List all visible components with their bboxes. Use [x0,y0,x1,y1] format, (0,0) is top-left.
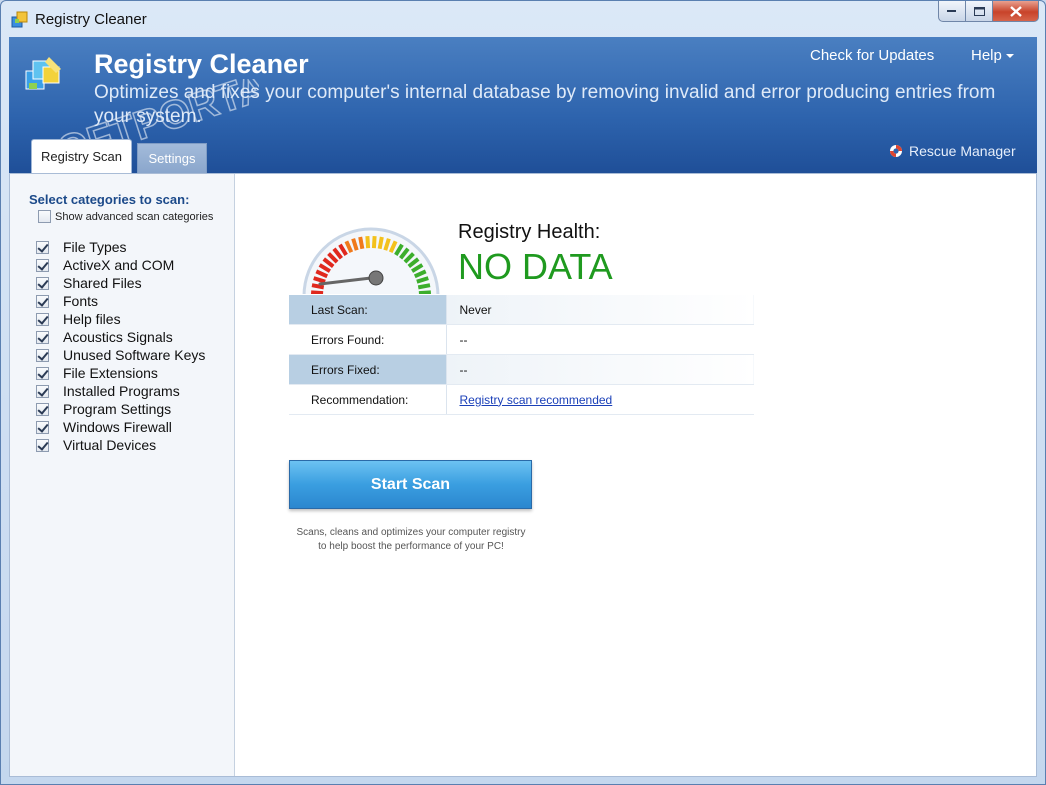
category-checkbox[interactable] [36,366,49,380]
maximize-button[interactable] [966,1,993,22]
category-checkbox[interactable] [36,276,49,290]
scan-description-line: to help boost the performance of your PC… [318,541,504,552]
category-item[interactable]: Fonts [36,292,205,310]
close-icon [1009,5,1022,17]
table-row: Errors Fixed: -- [289,354,754,385]
gauge-tick [377,236,384,250]
errors-fixed-label: Errors Fixed: [289,354,446,385]
check-for-updates-link[interactable]: Check for Updates [810,47,934,64]
gauge-tick [418,290,432,296]
last-scan-label: Last Scan: [289,294,446,325]
minimize-button[interactable] [938,1,966,22]
category-label: Fonts [63,293,99,309]
errors-found-value: -- [445,324,754,355]
chevron-down-icon [1005,54,1014,59]
category-label: File Types [63,239,127,255]
category-checkbox[interactable] [36,258,49,272]
category-checkbox[interactable] [36,420,49,434]
health-gauge-icon [302,227,440,297]
registry-health-label: Registry Health: [458,221,601,243]
start-scan-button[interactable]: Start Scan [289,460,532,509]
category-checkbox[interactable] [36,240,49,254]
category-checkbox[interactable] [36,312,49,326]
show-advanced-checkbox[interactable] [38,210,51,223]
show-advanced-label: Show advanced scan categories [55,210,214,223]
gauge-tick [311,283,325,290]
category-item[interactable]: Installed Programs [36,382,205,400]
category-label: Virtual Devices [63,437,157,453]
category-label: Acoustics Signals [63,329,173,345]
minimize-icon [947,10,956,12]
scan-description-line: Scans, cleans and optimizes your compute… [296,527,526,538]
app-window: Registry Cleaner SOFTPORTAL Registry Cle… [0,0,1046,785]
category-label: File Extensions [63,365,158,381]
rescue-manager-label: Rescue Manager [909,143,1016,159]
gauge-tick [417,283,431,290]
category-item[interactable]: ActiveX and COM [36,256,205,274]
maximize-icon [973,6,985,16]
window-title: Registry Cleaner [35,11,147,28]
category-label: ActiveX and COM [63,257,175,273]
categories-title: Select categories to scan: [29,192,190,207]
category-label: Shared Files [63,275,142,291]
category-item[interactable]: File Extensions [36,364,205,382]
app-name: Registry Cleaner [94,49,309,79]
scan-panel: Registry Health: NO DATA Last Scan: Neve… [236,174,1036,776]
help-menu[interactable]: Help [971,47,1014,64]
category-label: Unused Software Keys [63,347,206,363]
category-checkbox[interactable] [36,438,49,452]
errors-found-label: Errors Found: [289,324,446,355]
category-label: Help files [63,311,121,327]
content-area: Select categories to scan: Show advanced… [9,173,1037,777]
title-bar[interactable]: Registry Cleaner [1,1,1045,37]
category-checkbox[interactable] [36,384,49,398]
table-row: Recommendation: Registry scan recommende… [289,384,754,415]
window-controls [938,1,1039,23]
app-tagline: Optimizes and fixes your computer's inte… [94,82,996,127]
category-sidebar: Select categories to scan: Show advanced… [10,174,235,776]
last-scan-value: Never [445,294,754,325]
tab-settings[interactable]: Settings [137,143,207,173]
category-checkbox[interactable] [36,294,49,308]
recommendation-label: Recommendation: [289,384,446,415]
rescue-manager-link[interactable]: Rescue Manager [889,143,1016,159]
category-item[interactable]: Shared Files [36,274,205,292]
category-label: Installed Programs [63,383,180,399]
category-checkbox[interactable] [36,402,49,416]
lifebuoy-icon [890,145,902,157]
recommendation-value: Registry scan recommended [445,384,754,415]
category-item[interactable]: Windows Firewall [36,418,205,436]
category-item[interactable]: Virtual Devices [36,436,205,454]
category-label: Program Settings [63,401,172,417]
app-header: SOFTPORTAL Registry Cleaner Optimizes an… [9,37,1037,173]
gauge-tick [371,235,377,249]
close-button[interactable] [993,1,1039,22]
category-item[interactable]: Acoustics Signals [36,328,205,346]
category-label: Windows Firewall [63,419,172,435]
category-checkbox[interactable] [36,330,49,344]
category-checkbox[interactable] [36,348,49,362]
registry-health-value: NO DATA [458,246,613,287]
help-label: Help [971,47,1002,64]
gauge-hub [368,270,384,286]
gauge-tick [358,236,365,250]
table-row: Errors Found: -- [289,324,754,355]
recommendation-link[interactable]: Registry scan recommended [460,393,613,407]
category-item[interactable]: File Types [36,238,205,256]
table-row: Last Scan: Never [289,294,754,325]
errors-fixed-value: -- [445,354,754,385]
category-list: File Types ActiveX and COM Shared Files … [36,238,205,454]
gauge-tick [310,290,324,296]
scan-info-table: Last Scan: Never Errors Found: -- Errors… [289,294,754,415]
app-icon [11,11,28,28]
scan-description: Scans, cleans and optimizes your compute… [286,526,536,554]
gauge-tick [365,235,371,249]
tab-registry-scan[interactable]: Registry Scan [31,139,132,173]
show-advanced-checkbox-row[interactable]: Show advanced scan categories [38,210,213,223]
category-item[interactable]: Help files [36,310,205,328]
category-item[interactable]: Program Settings [36,400,205,418]
registry-cleaner-logo-icon [25,57,61,90]
category-item[interactable]: Unused Software Keys [36,346,205,364]
